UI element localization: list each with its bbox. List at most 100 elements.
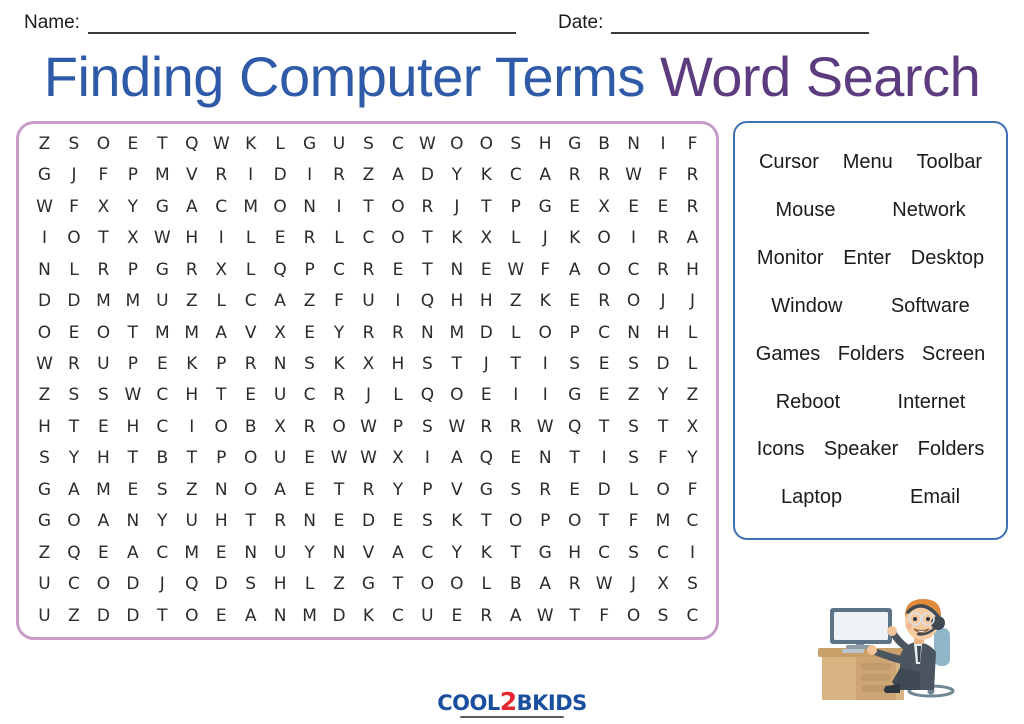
- letter-cell[interactable]: Z: [326, 576, 353, 593]
- letter-cell[interactable]: A: [532, 576, 559, 593]
- letter-cell[interactable]: A: [60, 481, 87, 499]
- letter-cell[interactable]: W: [119, 387, 146, 404]
- letter-cell[interactable]: L: [679, 355, 706, 373]
- letter-cell[interactable]: E: [561, 198, 588, 216]
- letter-cell[interactable]: R: [591, 293, 618, 310]
- letter-cell[interactable]: C: [326, 261, 353, 279]
- letter-cell[interactable]: S: [650, 607, 677, 625]
- letter-cell[interactable]: I: [620, 230, 647, 247]
- letter-cell[interactable]: K: [443, 230, 470, 247]
- word-list-item[interactable]: Software: [891, 295, 970, 318]
- letter-cell[interactable]: Z: [178, 481, 205, 499]
- letter-cell[interactable]: P: [532, 513, 559, 530]
- letter-cell[interactable]: N: [267, 355, 294, 373]
- letter-cell[interactable]: Z: [31, 387, 58, 404]
- letter-cell[interactable]: I: [414, 450, 441, 467]
- letter-cell[interactable]: N: [296, 513, 323, 530]
- letter-cell[interactable]: O: [60, 513, 87, 530]
- letter-cell[interactable]: S: [502, 135, 529, 153]
- letter-cell[interactable]: Y: [60, 450, 87, 467]
- letter-cell[interactable]: T: [60, 418, 87, 436]
- word-list-item[interactable]: Monitor: [757, 247, 824, 270]
- letter-cell[interactable]: N: [620, 135, 647, 153]
- letter-cell[interactable]: H: [90, 450, 117, 467]
- letter-cell[interactable]: M: [119, 293, 146, 310]
- letter-cell[interactable]: T: [119, 324, 146, 342]
- letter-cell[interactable]: B: [237, 418, 264, 436]
- letter-cell[interactable]: X: [384, 450, 411, 467]
- letter-cell[interactable]: Y: [443, 544, 470, 562]
- letter-cell[interactable]: Q: [178, 135, 205, 153]
- letter-cell[interactable]: E: [60, 324, 87, 342]
- letter-cell[interactable]: E: [561, 293, 588, 310]
- letter-cell[interactable]: F: [679, 135, 706, 153]
- letter-cell[interactable]: V: [237, 324, 264, 342]
- word-list-item[interactable]: Folders: [918, 438, 985, 461]
- letter-cell[interactable]: T: [473, 513, 500, 530]
- letter-cell[interactable]: C: [149, 418, 176, 436]
- letter-cell[interactable]: Y: [443, 167, 470, 184]
- letter-cell[interactable]: L: [60, 261, 87, 279]
- letter-cell[interactable]: E: [208, 544, 235, 562]
- letter-cell[interactable]: S: [355, 135, 382, 153]
- letter-cell[interactable]: S: [90, 387, 117, 404]
- letter-cell[interactable]: N: [532, 450, 559, 467]
- letter-cell[interactable]: P: [119, 355, 146, 373]
- letter-cell[interactable]: C: [679, 607, 706, 625]
- letter-cell[interactable]: O: [90, 135, 117, 153]
- word-list-item[interactable]: Icons: [757, 438, 805, 461]
- word-list-item[interactable]: Games: [756, 343, 820, 366]
- letter-cell[interactable]: A: [384, 167, 411, 184]
- letter-cell[interactable]: I: [208, 230, 235, 247]
- letter-cell[interactable]: A: [90, 513, 117, 530]
- letter-cell[interactable]: W: [620, 167, 647, 184]
- letter-cell[interactable]: H: [561, 544, 588, 562]
- letter-cell[interactable]: T: [208, 387, 235, 404]
- letter-cell[interactable]: Q: [178, 576, 205, 593]
- letter-cell[interactable]: Q: [414, 293, 441, 310]
- letter-cell[interactable]: I: [296, 167, 323, 184]
- letter-cell[interactable]: N: [119, 513, 146, 530]
- letter-cell[interactable]: D: [473, 324, 500, 342]
- letter-cell[interactable]: R: [355, 261, 382, 279]
- letter-cell[interactable]: R: [502, 418, 529, 436]
- letter-cell[interactable]: Q: [414, 387, 441, 404]
- letter-cell[interactable]: E: [267, 230, 294, 247]
- letter-cell[interactable]: T: [591, 418, 618, 436]
- letter-cell[interactable]: G: [561, 135, 588, 153]
- letter-cell[interactable]: R: [561, 167, 588, 184]
- letter-cell[interactable]: J: [620, 576, 647, 593]
- letter-cell[interactable]: U: [267, 450, 294, 467]
- letter-cell[interactable]: R: [237, 355, 264, 373]
- word-list-item[interactable]: Folders: [838, 343, 905, 366]
- letter-cell[interactable]: O: [473, 135, 500, 153]
- letter-cell[interactable]: T: [414, 261, 441, 279]
- letter-cell[interactable]: E: [90, 418, 117, 436]
- letter-cell[interactable]: A: [267, 481, 294, 499]
- letter-cell[interactable]: N: [208, 481, 235, 499]
- letter-cell[interactable]: D: [31, 293, 58, 310]
- letter-cell[interactable]: U: [90, 355, 117, 373]
- letter-cell[interactable]: W: [414, 135, 441, 153]
- letter-cell[interactable]: T: [414, 230, 441, 247]
- letter-cell[interactable]: P: [561, 324, 588, 342]
- letter-cell[interactable]: S: [502, 481, 529, 499]
- letter-cell[interactable]: R: [326, 387, 353, 404]
- letter-cell[interactable]: S: [31, 450, 58, 467]
- letter-cell[interactable]: Y: [149, 513, 176, 530]
- letter-cell[interactable]: E: [620, 198, 647, 216]
- letter-cell[interactable]: A: [119, 544, 146, 562]
- letter-cell[interactable]: L: [208, 293, 235, 310]
- letter-cell[interactable]: X: [650, 576, 677, 593]
- letter-cell[interactable]: I: [326, 198, 353, 216]
- letter-cell[interactable]: S: [620, 544, 647, 562]
- letter-cell[interactable]: M: [149, 167, 176, 184]
- letter-cell[interactable]: K: [237, 135, 264, 153]
- letter-cell[interactable]: M: [90, 481, 117, 499]
- letter-cell[interactable]: E: [650, 198, 677, 216]
- letter-cell[interactable]: C: [502, 167, 529, 184]
- letter-cell[interactable]: R: [473, 607, 500, 625]
- letter-cell[interactable]: G: [31, 481, 58, 499]
- letter-cell[interactable]: U: [267, 544, 294, 562]
- letter-cell[interactable]: C: [208, 198, 235, 216]
